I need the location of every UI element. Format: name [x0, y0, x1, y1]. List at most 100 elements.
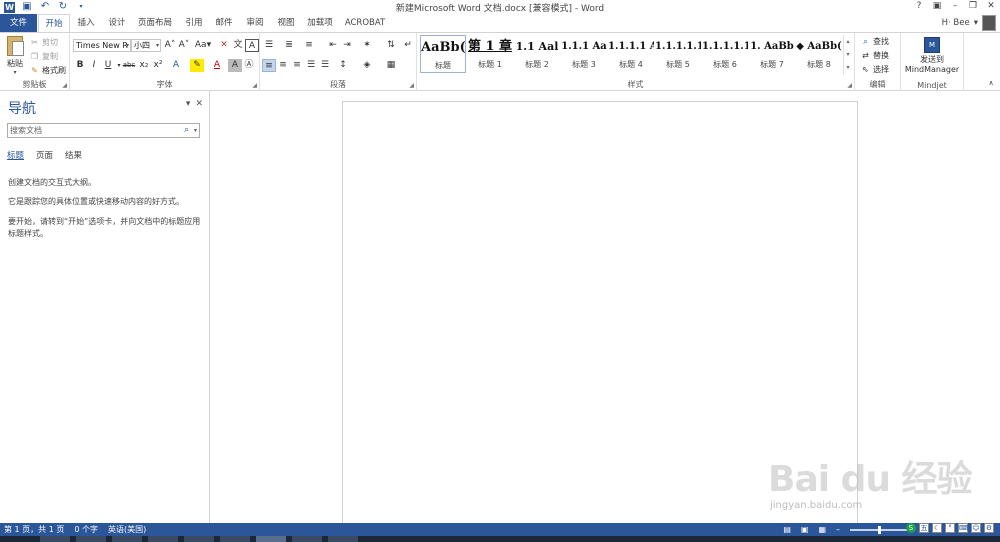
clipboard-launcher-icon[interactable]: ◢: [62, 82, 67, 89]
font-color-icon[interactable]: A: [210, 59, 224, 72]
format-painter-button[interactable]: ✎ 格式刷: [30, 65, 66, 76]
language[interactable]: 英语(美国): [108, 523, 146, 536]
find-button[interactable]: ⌕ 查找: [861, 36, 889, 47]
taskbar-item[interactable]: [220, 536, 250, 542]
font-family-select[interactable]: Times New R ▾: [73, 39, 131, 52]
style-heading-1[interactable]: 第 1 章 标题 1: [467, 35, 513, 73]
paste-dropdown-icon[interactable]: ▾: [4, 69, 26, 76]
highlight-icon[interactable]: ✎: [190, 59, 204, 72]
sogou-ime-icon[interactable]: S: [906, 523, 916, 533]
search-icon[interactable]: ⌕: [184, 124, 189, 137]
close-icon[interactable]: ✕: [195, 99, 203, 109]
zoom-slider[interactable]: [850, 525, 910, 534]
send-to-mindmanager-button[interactable]: 发送到 MindManager: [898, 55, 966, 75]
subscript-icon[interactable]: x₂: [137, 59, 151, 72]
page-count[interactable]: 第 1 页，共 1 页: [4, 523, 64, 536]
numbering-icon[interactable]: ≣: [282, 39, 296, 52]
minimize-button[interactable]: –: [948, 0, 962, 13]
style-heading-2[interactable]: 1.1 Aal 标题 2: [514, 35, 560, 73]
style-heading-8[interactable]: ◆ AaBb( 标题 8: [796, 35, 842, 73]
scroll-up-icon[interactable]: ▴: [844, 35, 852, 48]
tab-file[interactable]: 文件: [0, 14, 37, 32]
print-layout-icon[interactable]: ▣: [801, 523, 809, 536]
nav-search-input[interactable]: 搜索文档 ⌕ ▾: [7, 123, 200, 138]
zoom-out-icon[interactable]: –: [836, 523, 840, 536]
superscript-icon[interactable]: x²: [151, 59, 165, 72]
word-count[interactable]: 0 个字: [74, 523, 98, 536]
more-styles-icon[interactable]: ▾: [844, 61, 852, 74]
keyboard-icon[interactable]: ⌨: [958, 523, 969, 533]
read-mode-icon[interactable]: ▤: [783, 523, 791, 536]
tab-insert[interactable]: 插入: [72, 14, 100, 32]
paragraph-launcher-icon[interactable]: ◢: [409, 82, 414, 89]
font-launcher-icon[interactable]: ◢: [252, 82, 257, 89]
scroll-down-icon[interactable]: ▾: [844, 48, 852, 61]
punctuation-icon[interactable]: °: [945, 523, 955, 533]
tab-results[interactable]: 结果: [65, 149, 82, 161]
taskbar-item-word[interactable]: [256, 536, 286, 542]
tab-references[interactable]: 引用: [180, 14, 208, 32]
styles-gallery-scroll[interactable]: ▴ ▾ ▾: [843, 35, 852, 75]
tab-home[interactable]: 开始: [38, 14, 70, 32]
moon-icon[interactable]: ☾: [932, 523, 942, 533]
enclose-characters-icon[interactable]: Ⓐ: [242, 59, 256, 72]
borders-icon[interactable]: ▦: [384, 59, 398, 72]
distributed-icon[interactable]: ☰: [318, 59, 332, 72]
style-heading-7[interactable]: 1. AaBb 标题 7: [749, 35, 795, 73]
tab-design[interactable]: 设计: [103, 14, 131, 32]
clear-formatting-icon[interactable]: ✕: [217, 39, 231, 52]
tab-view[interactable]: 视图: [272, 14, 300, 32]
align-left-icon[interactable]: ≡: [262, 59, 276, 72]
bullets-icon[interactable]: ☰: [262, 39, 276, 52]
taskbar-item[interactable]: [112, 536, 142, 542]
style-title[interactable]: AaBb( 标题: [420, 35, 466, 73]
tab-acrobat[interactable]: ACROBAT: [342, 14, 388, 32]
paste-button[interactable]: 粘贴 ▾: [4, 36, 26, 76]
phonetic-guide-icon[interactable]: 文: [231, 39, 245, 52]
style-heading-4[interactable]: 1.1.1.1 A 标题 4: [608, 35, 654, 73]
mindmanager-icon[interactable]: M: [924, 37, 940, 53]
avatar[interactable]: [982, 15, 996, 31]
shrink-font-icon[interactable]: A˅: [177, 39, 191, 52]
increase-indent-icon[interactable]: ⇥: [340, 39, 354, 52]
help-button[interactable]: ?: [912, 0, 926, 13]
chevron-down-icon[interactable]: ▾: [194, 124, 197, 137]
bold-icon[interactable]: B: [73, 59, 87, 72]
multilevel-list-icon[interactable]: ≡: [302, 39, 316, 52]
zoom-thumb[interactable]: [878, 525, 881, 534]
character-shading-icon[interactable]: A: [228, 59, 242, 72]
styles-launcher-icon[interactable]: ◢: [847, 82, 852, 89]
nav-options-icon[interactable]: ▾: [186, 99, 191, 109]
taskbar-item[interactable]: [76, 536, 106, 542]
taskbar-item[interactable]: [148, 536, 178, 542]
style-heading-5[interactable]: 1.1.1.1.1 标题 5: [655, 35, 701, 73]
character-border-icon[interactable]: A: [245, 39, 259, 52]
line-spacing-icon[interactable]: ↕: [336, 59, 350, 72]
taskbar-item[interactable]: [184, 536, 214, 542]
collapse-ribbon-icon[interactable]: ∧: [984, 77, 998, 90]
taskbar-item[interactable]: [40, 536, 70, 542]
ribbon-display-options-icon[interactable]: ▣: [930, 0, 944, 13]
italic-icon[interactable]: I: [87, 59, 101, 72]
cut-button[interactable]: ✂ 剪切: [30, 37, 58, 48]
style-heading-3[interactable]: 1.1.1 Aa 标题 3: [561, 35, 607, 73]
font-size-select[interactable]: 小四 ▾: [131, 39, 161, 52]
ime-settings-icon[interactable]: ⚙: [984, 523, 994, 533]
chinese-layout-icon[interactable]: ✶: [360, 39, 374, 52]
sort-icon[interactable]: ⇅: [384, 39, 398, 52]
tab-pages[interactable]: 页面: [36, 149, 53, 161]
style-heading-6[interactable]: 1.1.1.1.1. 标题 6: [702, 35, 748, 73]
ime-user-icon[interactable]: ☺: [971, 523, 981, 533]
user-name[interactable]: H· Bee: [942, 18, 970, 28]
justify-icon[interactable]: ☰: [304, 59, 318, 72]
user-account[interactable]: H· Bee ▾: [942, 15, 996, 31]
show-marks-icon[interactable]: ↵: [401, 39, 415, 52]
replace-button[interactable]: ⇄ 替换: [861, 50, 889, 61]
align-center-icon[interactable]: ≡: [276, 59, 290, 72]
taskbar-item[interactable]: [328, 536, 358, 542]
change-case-icon[interactable]: Aa▾: [194, 39, 212, 52]
close-button[interactable]: ✕: [984, 0, 998, 13]
user-dropdown-icon[interactable]: ▾: [974, 18, 978, 28]
copy-button[interactable]: ❐ 复制: [30, 51, 58, 62]
align-right-icon[interactable]: ≡: [290, 59, 304, 72]
